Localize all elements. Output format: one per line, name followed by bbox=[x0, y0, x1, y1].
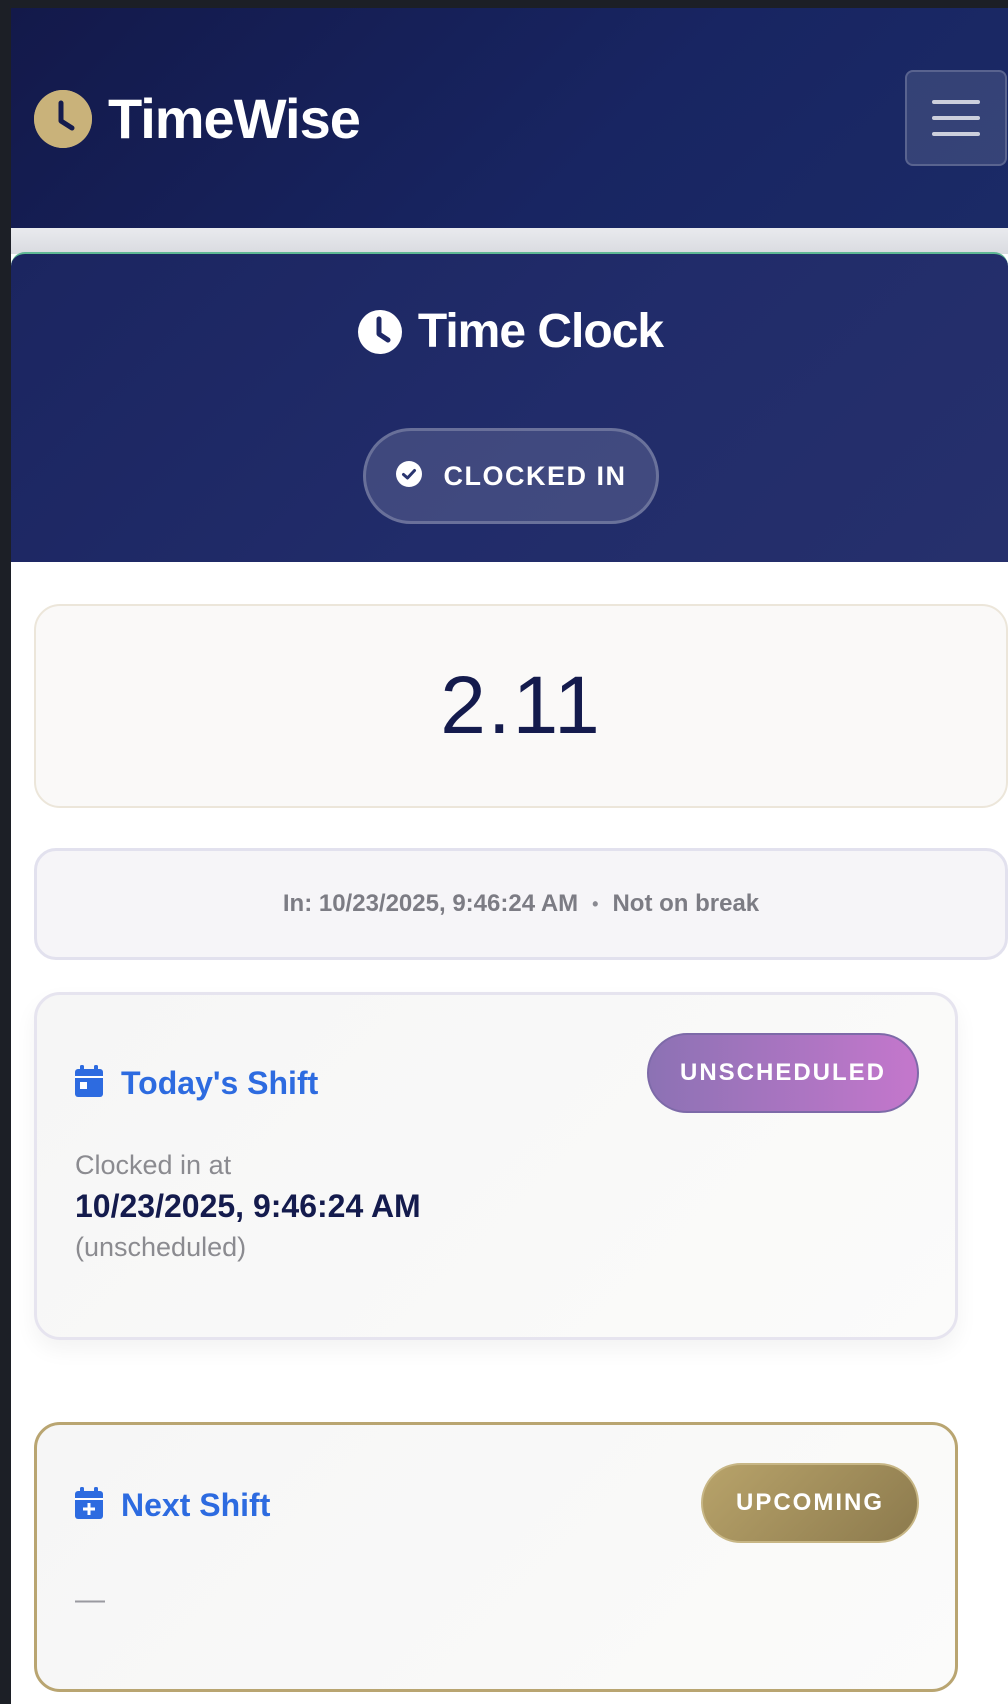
clock-status-label: CLOCKED IN bbox=[443, 460, 627, 491]
shift-note: (unscheduled) bbox=[75, 1232, 247, 1262]
clock-in-info: In: 10/23/2025, 9:46:24 AM bbox=[283, 890, 578, 918]
clock-icon bbox=[356, 308, 404, 356]
break-status: Not on break bbox=[612, 890, 760, 917]
todays-shift-card: Today's Shift UNSCHEDULED Clocked in at … bbox=[34, 992, 958, 1340]
clocked-in-time: 10/23/2025, 9:46:24 AM bbox=[75, 1188, 421, 1224]
todays-shift-title: Today's Shift bbox=[121, 1065, 319, 1101]
check-circle-icon bbox=[395, 460, 422, 492]
next-shift-card: Next Shift UPCOMING — bbox=[34, 1422, 958, 1692]
clock-in-label: In: bbox=[282, 890, 313, 917]
calendar-icon bbox=[75, 1065, 103, 1102]
session-info-bar: In: 10/23/2025, 9:46:24 AM • Not on brea… bbox=[34, 848, 1008, 960]
todays-shift-heading: Today's Shift bbox=[75, 1065, 318, 1102]
clock-in-time: 10/23/2025, 9:46:24 AM bbox=[318, 890, 579, 917]
calendar-plus-icon bbox=[75, 1487, 103, 1524]
info-separator: • bbox=[592, 893, 599, 914]
next-shift-heading: Next Shift bbox=[75, 1487, 270, 1524]
time-clock-header: Time Clock CLOCKED IN bbox=[11, 252, 1008, 562]
clock-status-badge[interactable]: CLOCKED IN bbox=[363, 428, 659, 524]
next-shift-value: — bbox=[75, 1583, 105, 1616]
upcoming-badge: UPCOMING bbox=[701, 1463, 919, 1543]
hamburger-line bbox=[932, 116, 980, 120]
elapsed-time-card: 2.11 bbox=[34, 604, 1008, 808]
clock-icon bbox=[34, 90, 92, 148]
unscheduled-badge: UNSCHEDULED bbox=[647, 1033, 919, 1113]
hamburger-menu-button[interactable] bbox=[905, 70, 1007, 166]
brand[interactable]: TimeWise bbox=[34, 87, 361, 150]
app-name: TimeWise bbox=[108, 87, 361, 150]
app-frame: TimeWise Time Clock CLOCKED IN 2.11 In: … bbox=[11, 8, 1008, 1704]
time-clock-title: Time Clock bbox=[11, 304, 1008, 359]
hamburger-menu-icon bbox=[932, 100, 980, 104]
page-title: Time Clock bbox=[417, 305, 664, 358]
hamburger-line bbox=[932, 132, 980, 136]
top-navbar: TimeWise bbox=[11, 8, 1008, 228]
next-shift-title: Next Shift bbox=[121, 1487, 271, 1523]
clocked-in-caption: Clocked in at bbox=[75, 1150, 232, 1180]
elapsed-time-value: 2.11 bbox=[440, 660, 602, 751]
todays-shift-details: Clocked in at 10/23/2025, 9:46:24 AM (un… bbox=[75, 1145, 421, 1267]
section-divider bbox=[11, 228, 1008, 254]
